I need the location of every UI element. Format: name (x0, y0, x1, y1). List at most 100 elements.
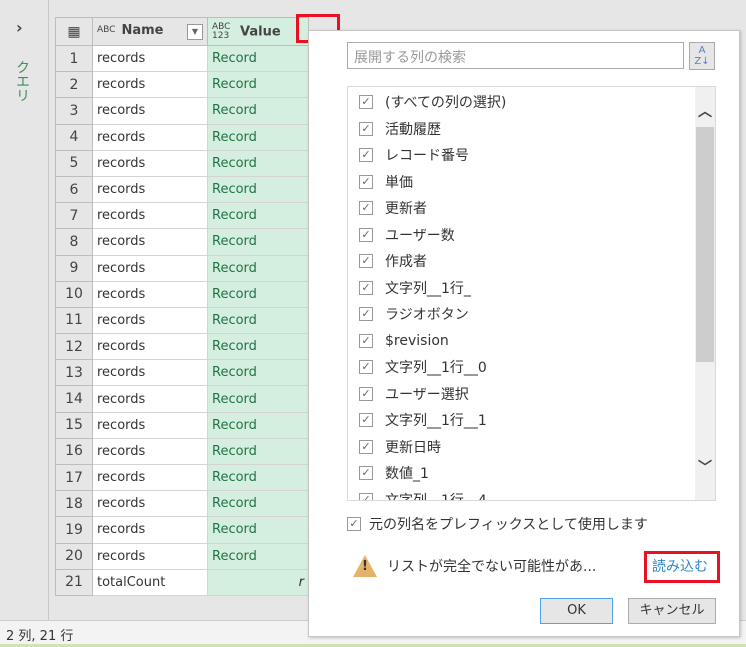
row-number[interactable]: 10 (55, 280, 93, 308)
checkbox-icon[interactable]: ✓ (347, 517, 361, 531)
row-number[interactable]: 1 (55, 44, 93, 73)
row-number[interactable]: 16 (55, 437, 93, 466)
column-list-item[interactable]: ✓ 文字列__1行__4 (348, 487, 715, 500)
row-number[interactable]: 7 (55, 202, 93, 230)
column-list-item[interactable]: ✓ 更新日時 (348, 434, 715, 461)
row-number[interactable]: 13 (55, 359, 93, 387)
checkbox-icon[interactable]: ✓ (359, 148, 373, 163)
row-number[interactable]: 6 (55, 175, 93, 204)
row-number[interactable]: 2 (55, 71, 93, 99)
checkbox-icon[interactable]: ✓ (359, 360, 373, 375)
name-cell[interactable]: records (92, 254, 208, 282)
name-cell[interactable]: records (92, 175, 208, 204)
name-cell[interactable]: records (92, 542, 208, 570)
value-cell[interactable]: Record (207, 254, 309, 282)
column-list-item[interactable]: ✓ $revision (348, 328, 715, 355)
row-number[interactable]: 14 (55, 385, 93, 413)
name-cell[interactable]: records (92, 228, 208, 256)
column-list-item[interactable]: ✓ 単価 (348, 169, 715, 196)
value-cell[interactable]: Record (207, 437, 309, 466)
value-cell[interactable]: Record (207, 149, 309, 177)
value-cell[interactable]: Record (207, 463, 309, 492)
name-cell[interactable]: records (92, 280, 208, 308)
chevron-right-icon[interactable]: › (16, 18, 23, 37)
column-list-item[interactable]: ✓ (すべての列の選択) (348, 89, 715, 116)
checkbox-icon[interactable]: ✓ (359, 227, 373, 242)
column-list-item[interactable]: ✓ 文字列__1行__1 (348, 407, 715, 434)
value-cell[interactable]: Record (207, 411, 309, 439)
queries-label[interactable]: クエリ (12, 60, 32, 102)
value-cell[interactable]: Record (207, 542, 309, 570)
row-number[interactable]: 15 (55, 411, 93, 439)
row-number[interactable]: 5 (55, 149, 93, 177)
checkbox-icon[interactable]: ✓ (359, 466, 373, 481)
name-cell[interactable]: records (92, 97, 208, 125)
checkbox-icon[interactable]: ✓ (359, 386, 373, 401)
checkbox-icon[interactable]: ✓ (359, 492, 373, 500)
column-list-item[interactable]: ✓ 数値_1 (348, 460, 715, 487)
sort-az-button[interactable]: A Z↓ (689, 42, 715, 70)
value-cell[interactable]: Record (207, 516, 309, 544)
name-cell[interactable]: totalCount (92, 568, 208, 596)
row-number[interactable]: 8 (55, 228, 93, 256)
checkbox-icon[interactable]: ✓ (359, 413, 373, 428)
row-number[interactable]: 18 (55, 490, 93, 518)
value-cell[interactable]: r (207, 568, 309, 596)
row-number[interactable]: 19 (55, 516, 93, 544)
value-cell[interactable]: Record (207, 306, 309, 335)
row-number[interactable]: 12 (55, 333, 93, 361)
name-cell[interactable]: records (92, 359, 208, 387)
row-number[interactable]: 21 (55, 568, 93, 596)
name-cell[interactable]: records (92, 71, 208, 99)
checkbox-icon[interactable]: ✓ (359, 121, 373, 136)
name-cell[interactable]: records (92, 44, 208, 73)
column-header-value[interactable]: ABC 123 Value (207, 17, 309, 46)
column-header-name[interactable]: ABC Name ▼ (92, 17, 208, 46)
checkbox-icon[interactable]: ✓ (359, 254, 373, 269)
checkbox-icon[interactable]: ✓ (359, 439, 373, 454)
checkbox-icon[interactable]: ✓ (359, 333, 373, 348)
column-list-item[interactable]: ✓ 作成者 (348, 248, 715, 275)
column-list-item[interactable]: ✓ 更新者 (348, 195, 715, 222)
scrollbar-thumb[interactable] (696, 127, 714, 362)
value-cell[interactable]: Record (207, 175, 309, 204)
name-cell[interactable]: records (92, 385, 208, 413)
value-cell[interactable]: Record (207, 202, 309, 230)
scroll-up-icon[interactable]: ︿ (698, 101, 712, 121)
checkbox-icon[interactable]: ✓ (359, 95, 373, 110)
name-cell[interactable]: records (92, 306, 208, 335)
table-menu-icon[interactable]: ▦ (55, 17, 93, 46)
column-list-item[interactable]: ✓ ラジオボタン (348, 301, 715, 328)
name-cell[interactable]: records (92, 149, 208, 177)
value-cell[interactable]: Record (207, 280, 309, 308)
name-cell[interactable]: records (92, 202, 208, 230)
value-cell[interactable]: Record (207, 71, 309, 99)
column-list-item[interactable]: ✓ 活動履歴 (348, 116, 715, 143)
value-cell[interactable]: Record (207, 97, 309, 125)
column-search-input[interactable]: 展開する列の検索 (347, 42, 684, 69)
value-cell[interactable]: Record (207, 44, 309, 73)
value-cell[interactable]: Record (207, 359, 309, 387)
name-cell[interactable]: records (92, 516, 208, 544)
name-cell[interactable]: records (92, 490, 208, 518)
ok-button[interactable]: OK (540, 598, 613, 624)
value-cell[interactable]: Record (207, 333, 309, 361)
row-number[interactable]: 20 (55, 542, 93, 570)
column-list-item[interactable]: ✓ ユーザー数 (348, 222, 715, 249)
checkbox-icon[interactable]: ✓ (359, 201, 373, 216)
prefix-checkbox[interactable]: ✓ 元の列名をプレフィックスとして使用します (347, 514, 648, 534)
scrollbar[interactable]: ︿ ﹀ (695, 87, 715, 500)
name-cell[interactable]: records (92, 463, 208, 492)
checkbox-icon[interactable]: ✓ (359, 174, 373, 189)
column-list-item[interactable]: ✓ レコード番号 (348, 142, 715, 169)
column-list-item[interactable]: ✓ 文字列__1行_ (348, 275, 715, 302)
value-cell[interactable]: Record (207, 385, 309, 413)
row-number[interactable]: 4 (55, 123, 93, 151)
row-number[interactable]: 17 (55, 463, 93, 492)
row-number[interactable]: 11 (55, 306, 93, 335)
name-cell[interactable]: records (92, 333, 208, 361)
name-cell[interactable]: records (92, 123, 208, 151)
row-number[interactable]: 9 (55, 254, 93, 282)
checkbox-icon[interactable]: ✓ (359, 307, 373, 322)
cancel-button[interactable]: キャンセル (628, 598, 716, 624)
